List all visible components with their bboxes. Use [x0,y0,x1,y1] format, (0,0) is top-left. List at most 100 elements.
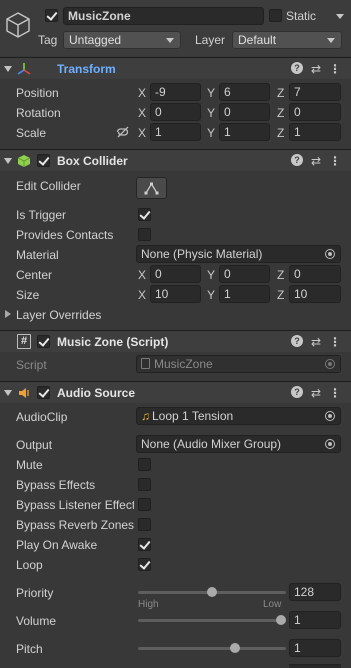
box-collider-header[interactable]: Box Collider ? ⇄ ⋮ [0,149,351,171]
static-dropdown-arrow[interactable] [336,14,344,19]
more-options-icon[interactable]: ⋮ [329,154,341,168]
position-label: Position [16,86,59,100]
position-z-label[interactable]: Z [277,86,284,100]
object-picker-icon [325,359,335,369]
script-label: Script [16,358,47,372]
scale-x-field[interactable]: 1 [150,123,201,141]
help-icon[interactable]: ? [291,62,303,74]
foldout-arrow-icon[interactable] [4,390,12,396]
center-x-label[interactable]: X [138,268,146,282]
rotation-x-label[interactable]: X [138,106,146,120]
more-options-icon[interactable]: ⋮ [329,386,341,400]
priority-slider-knob[interactable] [207,587,217,597]
tag-dropdown[interactable]: Untagged [63,31,181,49]
next-row-partial [289,664,341,668]
audioclip-field[interactable]: ♫ Loop 1 Tension [136,407,341,425]
rotation-label: Rotation [16,106,61,120]
material-field[interactable]: None (Physic Material) [136,245,341,263]
center-y-field[interactable]: 0 [219,265,270,283]
object-picker-icon[interactable] [325,439,335,449]
size-z-field[interactable]: 10 [289,285,341,303]
center-x-field[interactable]: 0 [150,265,201,283]
foldout-arrow-icon[interactable] [4,158,12,164]
scale-z-field[interactable]: 1 [289,123,341,141]
center-y-label[interactable]: Y [207,268,215,282]
position-z-field[interactable]: 7 [289,83,341,101]
position-x-field[interactable]: -9 [150,83,201,101]
script-header-icons: ? ⇄ ⋮ [291,335,341,349]
volume-field[interactable]: 1 [289,611,341,629]
presets-icon[interactable]: ⇄ [309,154,323,168]
help-icon[interactable]: ? [291,386,303,398]
output-field[interactable]: None (Audio Mixer Group) [136,435,341,453]
size-z-label[interactable]: Z [277,288,284,302]
play-on-awake-checkbox[interactable] [138,538,151,551]
pitch-slider-knob[interactable] [230,643,240,653]
box-collider-title: Box Collider [57,154,128,168]
is-trigger-checkbox[interactable] [138,208,151,221]
box-collider-enabled-checkbox[interactable] [37,154,50,167]
provides-contacts-checkbox[interactable] [138,228,151,241]
priority-field[interactable]: 128 [289,583,341,601]
audioclip-value: Loop 1 Tension [152,409,234,423]
object-picker-icon[interactable] [325,411,335,421]
edit-collider-button[interactable] [136,177,167,199]
volume-slider[interactable] [138,613,286,627]
foldout-arrow-icon[interactable] [4,66,12,72]
object-picker-icon[interactable] [325,249,335,259]
constrain-proportions-icon[interactable] [116,125,130,139]
size-x-label[interactable]: X [138,288,146,302]
presets-icon[interactable]: ⇄ [309,335,323,349]
transform-header[interactable]: Transform ? ⇄ ⋮ [0,57,351,79]
presets-icon[interactable]: ⇄ [309,62,323,76]
help-icon[interactable]: ? [291,335,303,347]
presets-icon[interactable]: ⇄ [309,386,323,400]
bypass-effects-checkbox[interactable] [138,478,151,491]
help-icon[interactable]: ? [291,154,303,166]
volume-slider-track[interactable] [138,619,286,622]
box-collider-icon [17,154,31,168]
play-on-awake-label: Play On Awake [16,538,98,552]
rotation-y-field[interactable]: 0 [219,103,270,121]
pitch-slider-track[interactable] [138,647,286,650]
gameobject-name-field[interactable]: MusicZone [63,7,264,25]
position-x-label[interactable]: X [138,86,146,100]
position-y-label[interactable]: Y [207,86,215,100]
scale-y-label[interactable]: Y [207,126,215,140]
scale-z-label[interactable]: Z [277,126,284,140]
pitch-field[interactable]: 1 [289,639,341,657]
size-x-field[interactable]: 10 [150,285,201,303]
center-z-field[interactable]: 0 [289,265,341,283]
script-enabled-checkbox[interactable] [37,335,50,348]
size-y-label[interactable]: Y [207,288,215,302]
gameobject-active-checkbox[interactable] [45,9,58,22]
layer-overrides-foldout[interactable] [5,310,11,318]
scale-y-field[interactable]: 1 [219,123,270,141]
audio-source-header[interactable]: Audio Source ? ⇄ ⋮ [0,381,351,403]
volume-slider-knob[interactable] [276,615,286,625]
pitch-slider[interactable] [138,641,286,655]
more-options-icon[interactable]: ⋮ [329,62,341,76]
rotation-z-field[interactable]: 0 [289,103,341,121]
audio-source-enabled-checkbox[interactable] [37,386,50,399]
script-file-icon [141,358,150,369]
mute-label: Mute [16,458,43,472]
more-options-icon[interactable]: ⋮ [329,335,341,349]
music-zone-script-header[interactable]: # Music Zone (Script) ? ⇄ ⋮ [0,330,351,352]
transform-title: Transform [57,62,116,76]
bypass-reverb-zones-checkbox[interactable] [138,518,151,531]
rotation-x-field[interactable]: 0 [150,103,201,121]
scale-x-label[interactable]: X [138,126,146,140]
center-z-label[interactable]: Z [277,268,284,282]
priority-slider[interactable] [138,585,286,599]
static-checkbox[interactable] [269,9,282,22]
size-y-field[interactable]: 1 [219,285,270,303]
rotation-y-label[interactable]: Y [207,106,215,120]
layer-overrides-label[interactable]: Layer Overrides [16,308,101,322]
rotation-z-label[interactable]: Z [277,106,284,120]
mute-checkbox[interactable] [138,458,151,471]
loop-checkbox[interactable] [138,558,151,571]
bypass-listener-effects-checkbox[interactable] [138,498,151,511]
position-y-field[interactable]: 6 [219,83,270,101]
layer-dropdown[interactable]: Default [232,31,342,49]
